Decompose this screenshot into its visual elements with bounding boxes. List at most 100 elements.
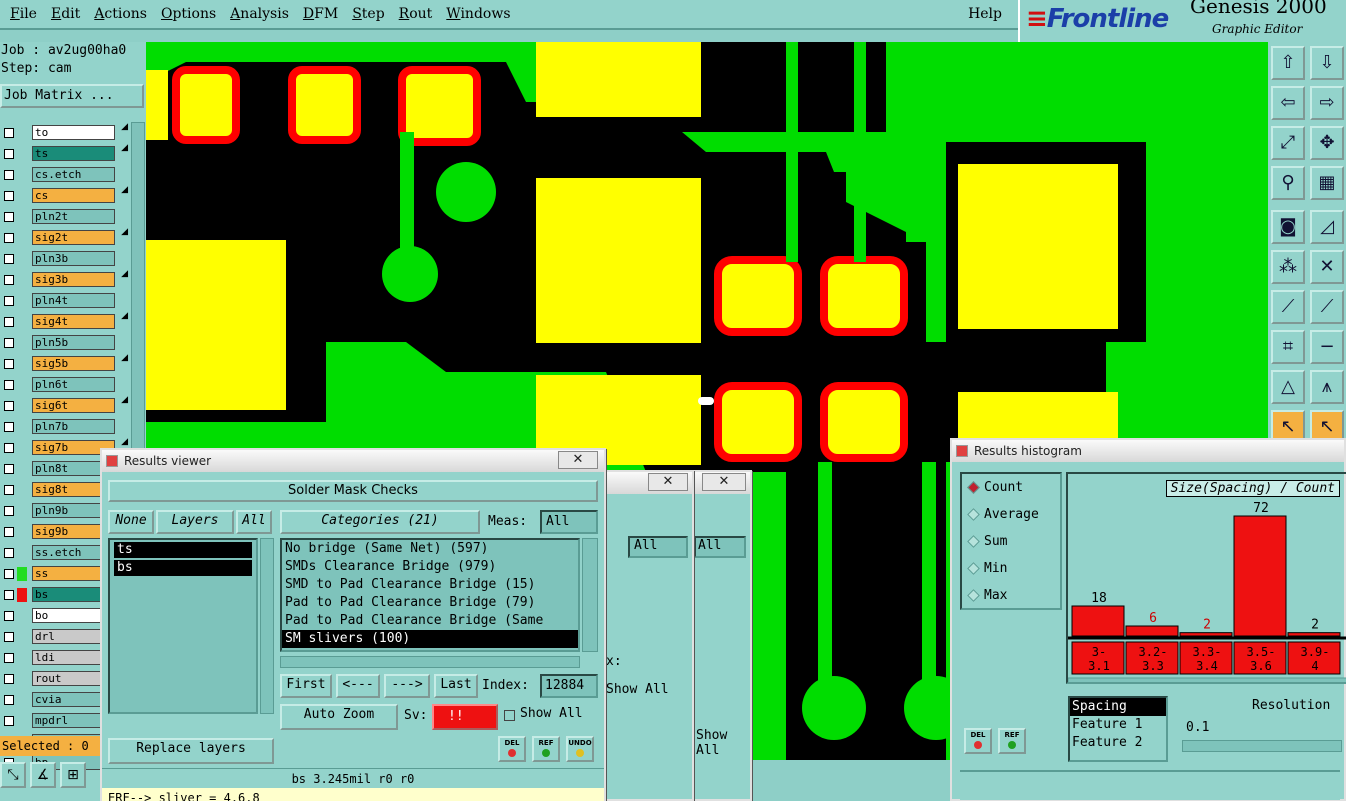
- layer-color-swatch[interactable]: [17, 630, 27, 644]
- next-button[interactable]: --->: [384, 674, 430, 698]
- layer-checkbox[interactable]: [4, 421, 14, 432]
- layer-row[interactable]: pln4t: [0, 290, 130, 311]
- pan-left-icon[interactable]: ⇦: [1271, 86, 1305, 120]
- layer-checkbox[interactable]: [4, 484, 14, 495]
- layer-color-swatch[interactable]: [17, 441, 27, 455]
- line-arrow-icon[interactable]: ⟋: [1310, 290, 1344, 324]
- layer-entry[interactable]: ts: [114, 542, 252, 558]
- menu-options[interactable]: Options: [161, 6, 216, 22]
- layer-name[interactable]: ts: [32, 146, 115, 161]
- layer-checkbox[interactable]: [4, 526, 14, 537]
- layer-checkbox[interactable]: [4, 610, 14, 621]
- show-all-checkbox[interactable]: [504, 710, 515, 721]
- layer-checkbox[interactable]: [4, 400, 14, 411]
- aggregate-option-min[interactable]: Min: [962, 555, 1060, 582]
- menu-edit[interactable]: Edit: [51, 6, 80, 22]
- connect-icon[interactable]: ⁂: [1271, 250, 1305, 284]
- layer-color-swatch[interactable]: [17, 483, 27, 497]
- first-button[interactable]: First: [280, 674, 332, 698]
- zoom-area-icon[interactable]: ⤡: [0, 762, 26, 788]
- triangle-icon[interactable]: △: [1271, 370, 1305, 404]
- layer-name[interactable]: cs.etch: [32, 167, 115, 182]
- severity-select[interactable]: !!: [432, 704, 498, 730]
- layer-checkbox[interactable]: [4, 463, 14, 474]
- aggregate-option-count[interactable]: Count: [962, 474, 1060, 501]
- layer-color-swatch[interactable]: [17, 210, 27, 224]
- layer-color-swatch[interactable]: [17, 273, 27, 287]
- categories-button[interactable]: Categories (21): [280, 510, 480, 534]
- ref-icon[interactable]: REF: [532, 736, 560, 762]
- layer-checkbox[interactable]: [4, 337, 14, 348]
- layer-checkbox[interactable]: [4, 148, 14, 159]
- category-item[interactable]: Pad to Pad Clearance Bridge (79): [282, 594, 578, 612]
- layer-entry[interactable]: bs: [114, 560, 252, 576]
- layer-row[interactable]: cs ◢: [0, 185, 130, 206]
- menu-windows[interactable]: Windows: [446, 6, 510, 22]
- zoom-fit-icon[interactable]: ⤢: [1271, 126, 1305, 160]
- layer-color-swatch[interactable]: [17, 525, 27, 539]
- snap-pad-icon[interactable]: ◙: [1271, 210, 1305, 244]
- layer-color-swatch[interactable]: [17, 672, 27, 686]
- del-icon[interactable]: DEL: [498, 736, 526, 762]
- spacing-list[interactable]: Spacing Feature 1 Feature 2: [1068, 696, 1168, 762]
- layer-color-swatch[interactable]: [17, 399, 27, 413]
- layer-checkbox[interactable]: [4, 358, 14, 369]
- layer-row[interactable]: pln2t: [0, 206, 130, 227]
- layer-name[interactable]: pln6t: [32, 377, 115, 392]
- zoom-home-icon[interactable]: ✥: [1310, 126, 1344, 160]
- layer-color-swatch[interactable]: [17, 693, 27, 707]
- layer-checkbox[interactable]: [4, 253, 14, 264]
- categories-scrollbar[interactable]: [582, 538, 598, 652]
- menu-dfm[interactable]: DFM: [303, 6, 338, 22]
- layer-checkbox[interactable]: [4, 673, 14, 684]
- layer-checkbox[interactable]: [4, 379, 14, 390]
- layer-row[interactable]: sig3b ◢: [0, 269, 130, 290]
- layer-color-swatch[interactable]: [17, 252, 27, 266]
- layer-color-swatch[interactable]: [17, 168, 27, 182]
- spacing-item[interactable]: Feature 1: [1070, 716, 1166, 734]
- undo-icon[interactable]: UNDO: [566, 736, 594, 762]
- layer-row[interactable]: sig5b ◢: [0, 353, 130, 374]
- angle-icon[interactable]: ⩚: [1310, 370, 1344, 404]
- layer-checkbox[interactable]: [4, 127, 14, 138]
- layers-scrollbar[interactable]: [260, 538, 274, 714]
- category-item[interactable]: SM slivers (100): [282, 630, 578, 648]
- auto-zoom-button[interactable]: Auto Zoom: [280, 704, 398, 730]
- grid-toggle-icon[interactable]: ▦: [1310, 166, 1344, 200]
- layer-checkbox[interactable]: [4, 442, 14, 453]
- layer-checkbox[interactable]: [4, 169, 14, 180]
- layer-checkbox[interactable]: [4, 232, 14, 243]
- layer-name[interactable]: pln2t: [32, 209, 115, 224]
- menu-help[interactable]: Help: [968, 6, 1002, 22]
- spacing-item[interactable]: Feature 2: [1070, 734, 1166, 752]
- layer-name[interactable]: to: [32, 125, 115, 140]
- categories-hscroll[interactable]: [280, 656, 580, 668]
- none-button[interactable]: None: [108, 510, 154, 534]
- layer-checkbox[interactable]: [4, 505, 14, 516]
- hist-del-icon[interactable]: DEL: [964, 728, 992, 754]
- layer-checkbox[interactable]: [4, 190, 14, 201]
- job-matrix-button[interactable]: Job Matrix ...: [0, 84, 144, 108]
- pan-right-icon[interactable]: ⇨: [1310, 86, 1344, 120]
- menu-step[interactable]: Step: [352, 6, 384, 22]
- aggregate-option-max[interactable]: Max: [962, 582, 1060, 609]
- close-button[interactable]: ✕: [702, 473, 746, 491]
- layers-button[interactable]: Layers: [156, 510, 234, 534]
- back-show-all-2[interactable]: Show All: [696, 728, 750, 758]
- layer-checkbox[interactable]: [4, 631, 14, 642]
- layer-color-swatch[interactable]: [17, 378, 27, 392]
- all-button[interactable]: All: [236, 510, 272, 534]
- layer-color-swatch[interactable]: [17, 587, 27, 602]
- layer-color-swatch[interactable]: [17, 147, 27, 161]
- layer-color-swatch[interactable]: [17, 566, 27, 581]
- layer-color-swatch[interactable]: [17, 231, 27, 245]
- layer-row[interactable]: sig2t ◢: [0, 227, 130, 248]
- layer-name[interactable]: sig4t: [32, 314, 115, 329]
- layer-color-swatch[interactable]: [17, 294, 27, 308]
- layer-checkbox[interactable]: [4, 274, 14, 285]
- category-item[interactable]: SMD to Pad Clearance Bridge (15): [282, 576, 578, 594]
- category-item[interactable]: Pad to Pad Clearance Bridge (Same: [282, 612, 578, 630]
- layer-color-swatch[interactable]: [17, 609, 27, 623]
- pan-down-icon[interactable]: ⇩: [1310, 46, 1344, 80]
- cross-icon[interactable]: ✕: [1310, 250, 1344, 284]
